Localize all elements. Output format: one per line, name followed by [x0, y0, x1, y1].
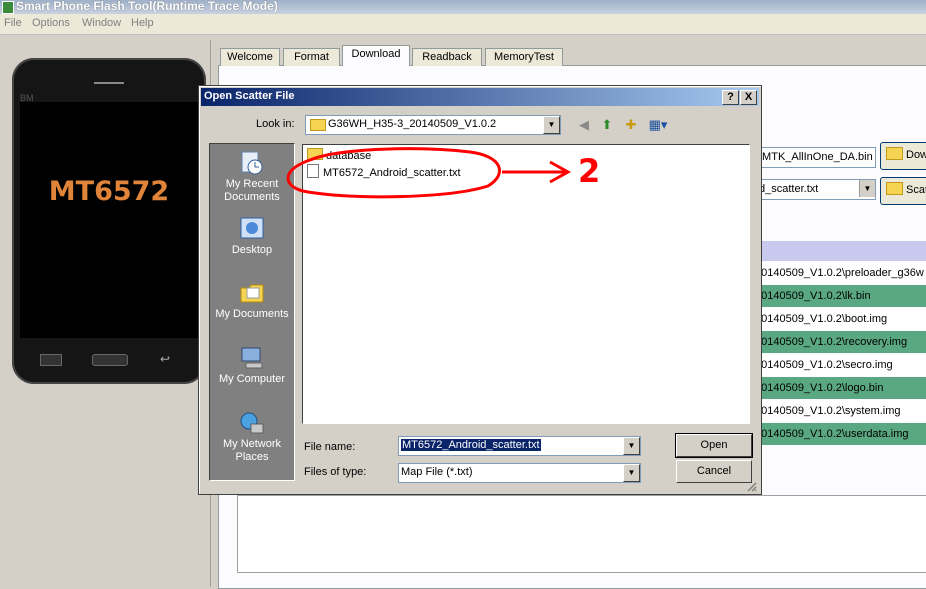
phone-model: MT6572 [48, 176, 170, 207]
my-network-places-icon [240, 412, 264, 434]
tab-format[interactable]: Format [283, 48, 340, 66]
file-name-label: File name: [304, 441, 356, 453]
back-key-icon: ↩ [160, 352, 171, 366]
scatter-path-value: d_scatter.txt [759, 183, 819, 195]
my-computer-icon [241, 347, 263, 369]
menu-options[interactable]: Options [32, 17, 70, 29]
app-icon [2, 1, 14, 14]
resize-grip-icon[interactable] [745, 480, 757, 492]
place-recent-label: My Recent Documents [224, 178, 280, 203]
help-button[interactable]: ? [722, 90, 739, 105]
download-agent-button[interactable]: Dow [880, 142, 926, 170]
file-type-value: Map File (*.txt) [401, 466, 473, 478]
scatter-loading-button[interactable]: Scat [880, 177, 926, 205]
menu-window[interactable]: Window [82, 17, 121, 29]
desktop-icon [240, 217, 264, 239]
place-my-computer[interactable]: My Computer [210, 345, 294, 386]
folder-icon [886, 147, 903, 160]
scatter-loading-label: Scat [906, 184, 926, 196]
place-my-network[interactable]: My Network Places [210, 410, 294, 464]
red-annotation: 2 [286, 147, 600, 199]
back-icon[interactable]: ◀ [575, 116, 593, 133]
look-in-value: G36WH_H35-3_20140509_V1.0.2 [328, 118, 497, 130]
menu-file[interactable]: File [4, 17, 22, 29]
place-my-documents-label: My Documents [215, 308, 289, 320]
dialog-title: Open Scatter File [204, 90, 295, 102]
cancel-button[interactable]: Cancel [676, 460, 752, 483]
phone-speaker [94, 82, 124, 84]
table-row[interactable]: 20140509_V1.0.2\lk.bin [755, 285, 926, 307]
tab-readback[interactable]: Readback [412, 48, 482, 66]
log-panel [237, 495, 926, 573]
close-button[interactable]: X [740, 90, 757, 105]
scatter-path-combo[interactable]: d_scatter.txt ▼ [758, 179, 876, 200]
place-desktop-label: Desktop [231, 244, 273, 256]
partition-table-header [755, 241, 926, 261]
window-title: Smart Phone Flash Tool(Runtime Trace Mod… [16, 0, 278, 13]
look-in-label: Look in: [256, 118, 295, 130]
table-row[interactable]: 20140509_V1.0.2\boot.img [755, 308, 926, 330]
phone-screen [20, 102, 198, 338]
chevron-down-icon[interactable]: ▼ [623, 464, 640, 482]
chevron-down-icon[interactable]: ▼ [543, 116, 560, 134]
tab-memorytest[interactable]: MemoryTest [485, 48, 563, 66]
da-path-field[interactable]: \MTK_AllInOne_DA.bin [758, 147, 876, 168]
table-row[interactable]: 20140509_V1.0.2\secro.img [755, 354, 926, 376]
place-my-documents[interactable]: My Documents [210, 280, 294, 321]
place-desktop[interactable]: Desktop [210, 216, 294, 257]
menu-bar: File Options Window Help [0, 14, 926, 35]
table-row[interactable]: 20140509_V1.0.2\userdata.img [755, 423, 926, 445]
up-folder-icon[interactable]: ⬆ [598, 116, 616, 133]
file-name-combo[interactable]: MT6572_Android_scatter.txt ▼ [398, 436, 641, 456]
chevron-down-icon[interactable]: ▼ [623, 437, 640, 455]
home-key-icon [92, 354, 128, 366]
phone-brand: BM [20, 93, 34, 103]
place-my-network-label: My Network Places [222, 438, 282, 463]
folder-icon [310, 119, 326, 131]
chevron-down-icon[interactable]: ▼ [859, 180, 875, 197]
file-name-value-wrap: MT6572_Android_scatter.txt [401, 439, 541, 451]
look-in-combo[interactable]: G36WH_H35-3_20140509_V1.0.2 ▼ [305, 115, 561, 135]
phone-image: BM MT6572 ↩ [12, 58, 206, 384]
table-row[interactable]: 20140509_V1.0.2\preloader_g36w [755, 262, 926, 284]
recent-documents-icon [241, 151, 263, 175]
place-my-computer-label: My Computer [218, 373, 286, 385]
annotation-circle [286, 147, 501, 199]
file-type-label: Files of type: [304, 466, 367, 478]
dialog-title-bar: Open Scatter File ? X [201, 88, 759, 106]
main-title-bar: Smart Phone Flash Tool(Runtime Trace Mod… [0, 0, 926, 14]
menu-key-icon [40, 354, 62, 366]
my-documents-icon [240, 284, 264, 303]
menu-help[interactable]: Help [131, 17, 154, 29]
file-name-value: MT6572_Android_scatter.txt [401, 439, 541, 451]
table-row[interactable]: 20140509_V1.0.2\recovery.img [755, 331, 926, 353]
table-row[interactable]: 20140509_V1.0.2\logo.bin [755, 377, 926, 399]
file-type-combo[interactable]: Map File (*.txt) ▼ [398, 463, 641, 483]
download-agent-label: Dow [906, 149, 926, 161]
annotation-number: 2 [578, 152, 600, 190]
new-folder-icon[interactable]: ✚ [622, 116, 640, 133]
folder-icon [886, 182, 903, 195]
table-row[interactable]: 20140509_V1.0.2\system.img [755, 400, 926, 422]
tab-welcome[interactable]: Welcome [220, 48, 280, 66]
open-button[interactable]: Open [675, 433, 753, 458]
view-menu-icon[interactable]: ▦▾ [647, 116, 669, 133]
tab-download[interactable]: Download [342, 45, 410, 66]
